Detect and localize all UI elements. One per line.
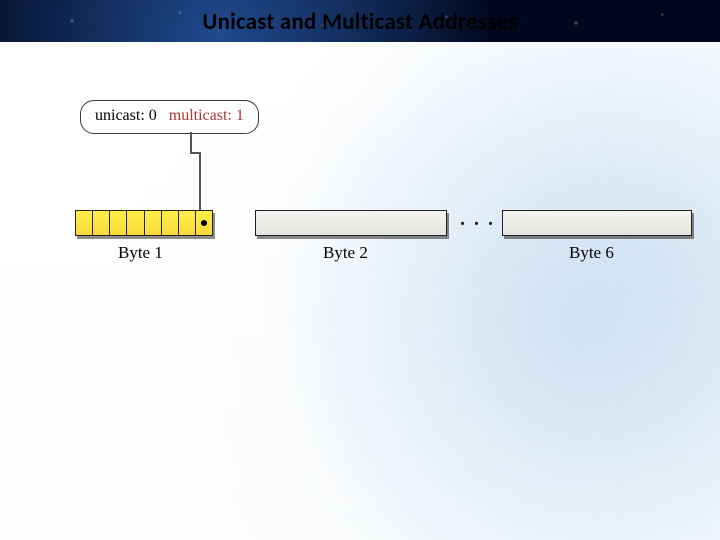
bit-cell xyxy=(110,211,127,235)
ellipsis: . . . xyxy=(460,208,495,231)
leader-line xyxy=(190,132,192,152)
byte-6-label: Byte 6 xyxy=(569,243,614,263)
mac-address-diagram: unicast: 0 multicast: 1 . . . Byte 1 Byt… xyxy=(60,100,680,300)
byte-1-bits xyxy=(75,210,213,236)
bit-cell xyxy=(179,211,196,235)
byte-1-label: Byte 1 xyxy=(118,243,163,263)
bit-cell xyxy=(76,211,93,235)
slide-title: Unicast and Multicast Addresses xyxy=(0,8,720,36)
byte-2-label: Byte 2 xyxy=(323,243,368,263)
bit-cell xyxy=(127,211,144,235)
unicast-legend: unicast: 0 xyxy=(95,107,157,124)
bit-cell xyxy=(93,211,110,235)
bit-meaning-bubble: unicast: 0 multicast: 1 xyxy=(80,100,259,134)
leader-line xyxy=(199,152,201,210)
byte-2-block xyxy=(255,210,447,236)
bit-cell xyxy=(145,211,162,235)
byte-6-block xyxy=(502,210,692,236)
bit-cell xyxy=(162,211,179,235)
bit-cell-last xyxy=(196,211,212,235)
multicast-legend: multicast: 1 xyxy=(169,107,244,124)
